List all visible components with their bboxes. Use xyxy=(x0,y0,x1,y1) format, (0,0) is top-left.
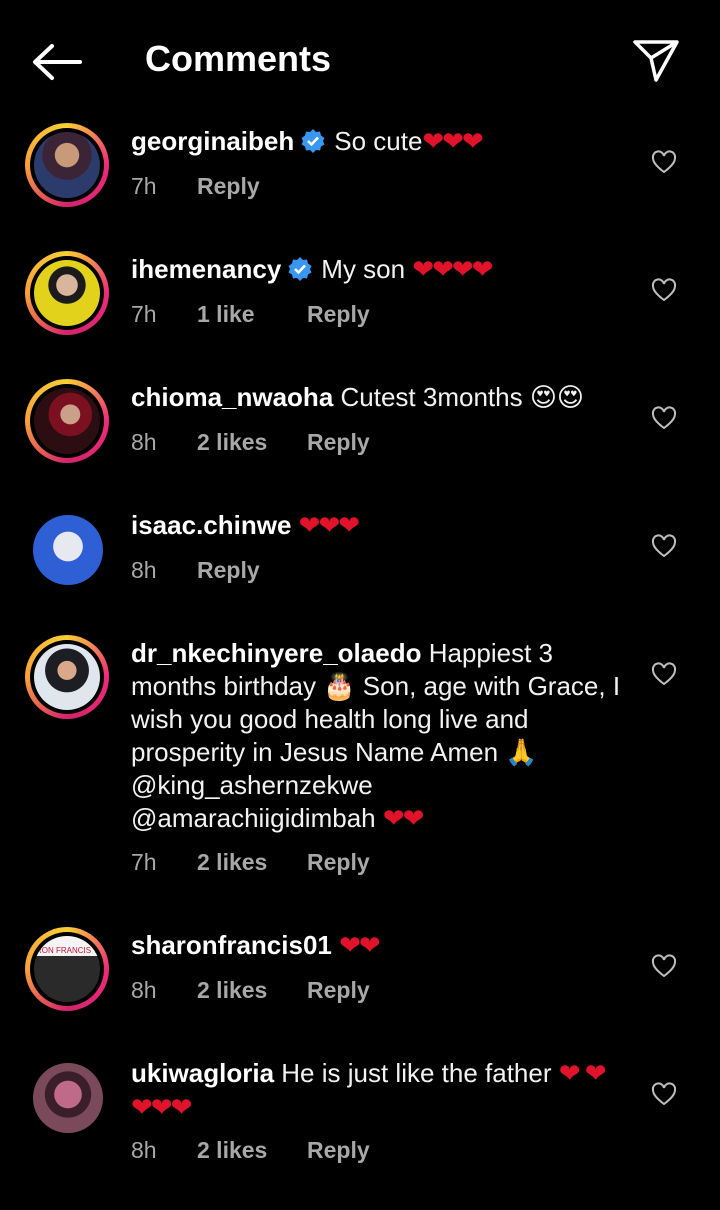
comment-meta: 8h 2 likes Reply xyxy=(131,429,370,456)
comment-meta: 8h Reply xyxy=(131,557,260,584)
comment-time: 8h xyxy=(131,429,157,455)
comment-time: 8h xyxy=(131,1137,157,1163)
comment-time: 7h xyxy=(131,849,157,875)
comment-time: 7h xyxy=(131,173,157,199)
comment-time: 8h xyxy=(131,977,157,1003)
heart-outline-icon xyxy=(651,1082,677,1106)
heart-emoji: ❤❤ xyxy=(339,931,381,961)
comment-meta: 7h 2 likes Reply xyxy=(131,849,370,876)
comment-time: 7h xyxy=(131,301,157,327)
comment-meta: 8h 2 likes Reply xyxy=(131,977,370,1004)
comment-text: He is just like the father xyxy=(281,1058,559,1088)
page-title: Comments xyxy=(145,38,332,79)
back-button[interactable] xyxy=(30,40,82,84)
like-button[interactable] xyxy=(651,406,677,430)
comment-username[interactable]: georginaibeh xyxy=(131,126,294,156)
heart-outline-icon xyxy=(651,406,677,430)
like-count[interactable]: 2 likes xyxy=(197,849,307,876)
comment-username[interactable]: sharonfrancis01 xyxy=(131,930,332,960)
reply-button[interactable]: Reply xyxy=(197,557,260,584)
like-button[interactable] xyxy=(651,278,677,302)
comment-username[interactable]: chioma_nwaoha xyxy=(131,382,333,412)
avatar[interactable] xyxy=(25,379,109,463)
like-button[interactable] xyxy=(651,150,677,174)
comment-username[interactable]: ukiwagloria xyxy=(131,1058,274,1088)
verified-badge-icon xyxy=(301,129,325,153)
comment-text: My son xyxy=(321,254,413,284)
reply-button[interactable]: Reply xyxy=(307,301,370,328)
heart-outline-icon xyxy=(651,662,677,686)
comment-meta: 7h 1 like Reply xyxy=(131,301,370,328)
heart-outline-icon xyxy=(651,278,677,302)
verified-badge-icon xyxy=(288,257,312,281)
avatar[interactable] xyxy=(25,1055,109,1139)
heart-emoji: ❤❤❤ xyxy=(298,511,360,541)
reply-button[interactable]: Reply xyxy=(307,429,370,456)
heart-emoji: ❤❤❤ xyxy=(422,127,483,157)
heart-eyes-emoji: 😍😍 xyxy=(529,383,585,413)
comment-username[interactable]: isaac.chinwe xyxy=(131,510,291,540)
like-button[interactable] xyxy=(651,954,677,978)
comment-text: So cute xyxy=(334,126,423,156)
heart-outline-icon xyxy=(651,150,677,174)
comment-time: 8h xyxy=(131,557,157,583)
avatar[interactable] xyxy=(25,635,109,719)
like-count[interactable]: 2 likes xyxy=(197,977,307,1004)
heart-emoji: ❤❤❤❤ xyxy=(412,255,493,285)
heart-outline-icon xyxy=(651,534,677,558)
avatar[interactable] xyxy=(25,251,109,335)
paper-plane-icon xyxy=(633,40,679,82)
comment-username[interactable]: ihemenancy xyxy=(131,254,281,284)
avatar[interactable] xyxy=(25,123,109,207)
reply-button[interactable]: Reply xyxy=(307,1137,370,1164)
heart-emoji: ❤❤ xyxy=(382,804,425,834)
like-count[interactable]: 1 like xyxy=(197,301,307,328)
reply-button[interactable]: Reply xyxy=(307,849,370,876)
like-count[interactable]: 2 likes xyxy=(197,1137,307,1164)
like-button[interactable] xyxy=(651,662,677,686)
like-button[interactable] xyxy=(651,534,677,558)
avatar[interactable] xyxy=(25,507,109,591)
like-button[interactable] xyxy=(651,1082,677,1106)
comment-meta: 7h Reply xyxy=(131,173,260,200)
top-bar: Comments xyxy=(0,0,720,118)
like-count[interactable]: 2 likes xyxy=(197,429,307,456)
reply-button[interactable]: Reply xyxy=(197,173,260,200)
comment-text: Cutest 3months xyxy=(340,382,530,412)
heart-outline-icon xyxy=(651,954,677,978)
share-button[interactable] xyxy=(632,38,680,84)
comment-username[interactable]: dr_nkechinyere_olaedo xyxy=(131,638,421,668)
reply-button[interactable]: Reply xyxy=(307,977,370,1004)
avatar[interactable]: RON FRANCIS T xyxy=(25,927,109,1011)
avatar-label: RON FRANCIS T xyxy=(35,946,99,955)
arrow-left-icon xyxy=(33,44,82,80)
comment-meta: 8h 2 likes Reply xyxy=(131,1137,370,1164)
